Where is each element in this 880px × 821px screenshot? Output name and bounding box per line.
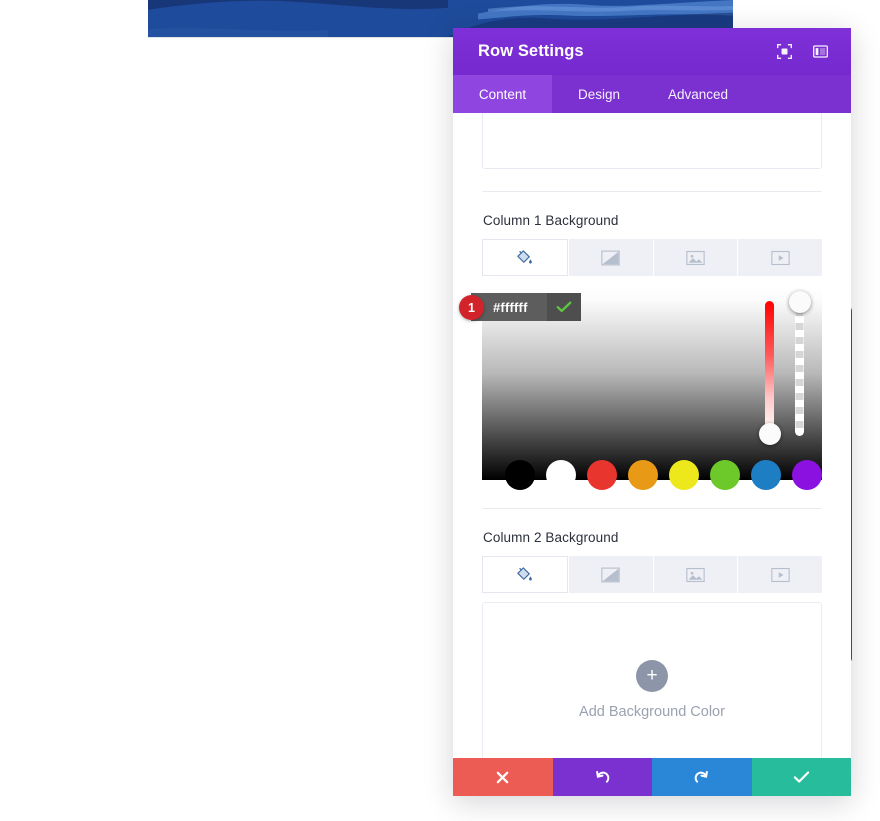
layout-panel-icon[interactable] [807, 39, 833, 65]
background-color-icon[interactable] [482, 239, 568, 276]
step-badge-1: 1 [459, 295, 484, 320]
close-icon [496, 771, 509, 783]
background-image-icon[interactable] [653, 239, 738, 276]
swatch-green[interactable] [710, 460, 740, 490]
modal-body: Column 1 Background 1 #ffffff Column 2 B… [453, 113, 851, 758]
swatch-red[interactable] [587, 460, 617, 490]
swatch-purple[interactable] [792, 460, 822, 490]
tab-design[interactable]: Design [552, 75, 646, 113]
swatch-black[interactable] [505, 460, 535, 490]
redo-icon [694, 770, 709, 783]
background-color-icon[interactable] [482, 556, 568, 593]
swatch-yellow[interactable] [669, 460, 699, 490]
alpha-slider[interactable] [788, 291, 811, 436]
modal-tab-bar: Content Design Advanced [453, 75, 851, 113]
background-image-icon[interactable] [653, 556, 738, 593]
check-icon [793, 771, 809, 783]
column-2-background-type-tabs [482, 556, 822, 593]
undo-icon [595, 770, 610, 783]
section-divider [482, 191, 822, 192]
screen-root: Row Settings Content Design Advanced Col… [0, 0, 880, 821]
swatch-orange[interactable] [628, 460, 658, 490]
column-2-background-label: Column 2 Background [483, 530, 619, 545]
redo-button[interactable] [652, 758, 752, 796]
discard-changes-button[interactable] [453, 758, 553, 796]
alpha-slider-handle[interactable] [788, 291, 811, 313]
column-1-background-label: Column 1 Background [483, 213, 619, 228]
previous-setting-field[interactable] [482, 113, 822, 169]
add-background-color-dropzone[interactable]: + Add Background Color [482, 602, 822, 758]
undo-button[interactable] [552, 758, 652, 796]
modal-header: Row Settings [453, 28, 851, 75]
color-picker-panel[interactable]: 1 [459, 285, 822, 490]
row-settings-modal: Row Settings Content Design Advanced Col… [453, 28, 851, 796]
background-gradient-icon[interactable] [568, 239, 653, 276]
swatch-white[interactable] [546, 460, 576, 490]
background-gradient-icon[interactable] [568, 556, 653, 593]
expand-view-icon[interactable] [771, 39, 797, 65]
picker-divider [482, 508, 822, 509]
column-1-background-type-tabs [482, 239, 822, 276]
plus-icon: + [636, 659, 668, 692]
hex-input-group: 1 [459, 293, 581, 321]
background-video-icon[interactable] [738, 556, 822, 593]
color-swatch-row [505, 460, 822, 490]
tab-content[interactable]: Content [453, 75, 552, 113]
hue-slider[interactable] [758, 301, 781, 445]
save-changes-button[interactable] [751, 758, 851, 796]
apply-color-button[interactable] [547, 293, 581, 321]
add-background-color-label: Add Background Color [579, 703, 725, 720]
tab-advanced[interactable]: Advanced [646, 75, 750, 113]
hue-slider-handle[interactable] [758, 423, 781, 445]
swatch-blue[interactable] [751, 460, 781, 490]
page-title: Row Settings [478, 42, 584, 60]
modal-footer [453, 758, 851, 796]
background-video-icon[interactable] [738, 239, 822, 276]
